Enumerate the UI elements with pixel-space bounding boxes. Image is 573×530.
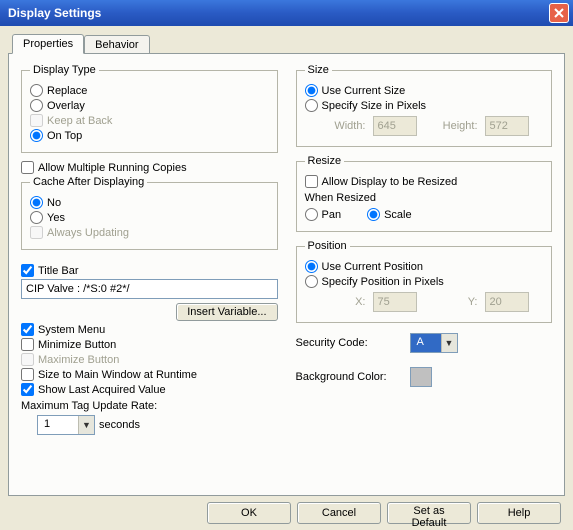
input-height xyxy=(485,116,529,136)
label-keep-at-back: Keep at Back xyxy=(47,115,112,127)
label-cache-no: No xyxy=(47,197,61,209)
radio-pan[interactable] xyxy=(305,208,318,221)
label-max-tag: Maximum Tag Update Rate: xyxy=(21,400,278,412)
check-title-bar[interactable] xyxy=(21,264,34,277)
dropdown-update-rate[interactable]: 1 ▼ xyxy=(37,415,95,435)
label-allow-resize: Allow Display to be Resized xyxy=(322,176,458,188)
label-bg-color: Background Color: xyxy=(296,371,406,383)
label-width: Width: xyxy=(321,120,366,132)
ok-button[interactable]: OK xyxy=(207,502,291,524)
check-always-updating xyxy=(30,226,43,239)
label-pan: Pan xyxy=(322,209,342,221)
label-scale: Scale xyxy=(384,209,412,221)
radio-specify-position[interactable] xyxy=(305,275,318,288)
label-allow-multiple: Allow Multiple Running Copies xyxy=(38,162,187,174)
position-legend: Position xyxy=(305,240,350,252)
window-title: Display Settings xyxy=(8,6,549,20)
input-y xyxy=(485,292,529,312)
chevron-down-icon[interactable]: ▼ xyxy=(441,334,457,352)
label-on-top: On Top xyxy=(47,130,82,142)
radio-use-current-size[interactable] xyxy=(305,84,318,97)
label-specify-position: Specify Position in Pixels xyxy=(322,276,444,288)
resize-legend: Resize xyxy=(305,155,345,167)
cache-group: Cache After Displaying No Yes Always Upd… xyxy=(21,176,278,250)
radio-overlay[interactable] xyxy=(30,99,43,112)
close-button[interactable] xyxy=(549,3,569,23)
radio-cache-no[interactable] xyxy=(30,196,43,209)
size-group: Size Use Current Size Specify Size in Pi… xyxy=(296,64,553,147)
position-group: Position Use Current Position Specify Po… xyxy=(296,240,553,323)
label-x: X: xyxy=(321,296,366,308)
cache-legend: Cache After Displaying xyxy=(30,176,147,188)
bg-color-swatch[interactable] xyxy=(410,367,432,387)
label-always-updating: Always Updating xyxy=(47,227,129,239)
right-column: Size Use Current Size Specify Size in Pi… xyxy=(296,64,553,437)
label-use-current-size: Use Current Size xyxy=(322,85,406,97)
label-overlay: Overlay xyxy=(47,100,85,112)
input-title-bar[interactable] xyxy=(21,279,278,299)
label-seconds: seconds xyxy=(99,419,140,431)
radio-cache-yes[interactable] xyxy=(30,211,43,224)
label-y: Y: xyxy=(433,296,478,308)
label-maximize: Maximize Button xyxy=(38,354,119,366)
label-use-current-position: Use Current Position xyxy=(322,261,424,273)
label-security-code: Security Code: xyxy=(296,337,406,349)
check-allow-multiple[interactable] xyxy=(21,161,34,174)
insert-variable-button[interactable]: Insert Variable... xyxy=(176,303,277,321)
display-type-legend: Display Type xyxy=(30,64,99,76)
check-maximize xyxy=(21,353,34,366)
radio-on-top[interactable] xyxy=(30,129,43,142)
radio-use-current-position[interactable] xyxy=(305,260,318,273)
tab-strip: Properties Behavior xyxy=(8,34,565,54)
security-code-value: A xyxy=(411,334,441,352)
label-when-resized: When Resized xyxy=(305,192,544,204)
check-allow-resize[interactable] xyxy=(305,175,318,188)
input-width xyxy=(373,116,417,136)
label-show-last: Show Last Acquired Value xyxy=(38,384,166,396)
input-x xyxy=(373,292,417,312)
label-height: Height: xyxy=(433,120,478,132)
check-show-last[interactable] xyxy=(21,383,34,396)
display-type-group: Display Type Replace Overlay Keep at Bac… xyxy=(21,64,278,153)
radio-replace[interactable] xyxy=(30,84,43,97)
radio-specify-size[interactable] xyxy=(305,99,318,112)
label-title-bar: Title Bar xyxy=(38,265,79,277)
tab-behavior[interactable]: Behavior xyxy=(84,35,149,55)
check-system-menu[interactable] xyxy=(21,323,34,336)
window-titlebar: Display Settings xyxy=(0,0,573,26)
set-default-button[interactable]: Set as Default xyxy=(387,502,471,524)
update-rate-value: 1 xyxy=(38,416,78,434)
label-replace: Replace xyxy=(47,85,87,97)
cancel-button[interactable]: Cancel xyxy=(297,502,381,524)
chevron-down-icon[interactable]: ▼ xyxy=(78,416,94,434)
label-specify-size: Specify Size in Pixels xyxy=(322,100,427,112)
resize-group: Resize Allow Display to be Resized When … xyxy=(296,155,553,232)
left-column: Display Type Replace Overlay Keep at Bac… xyxy=(21,64,278,437)
radio-scale[interactable] xyxy=(367,208,380,221)
label-cache-yes: Yes xyxy=(47,212,65,224)
help-button[interactable]: Help xyxy=(477,502,561,524)
check-keep-at-back xyxy=(30,114,43,127)
check-minimize[interactable] xyxy=(21,338,34,351)
tab-panel-properties: Display Type Replace Overlay Keep at Bac… xyxy=(8,53,565,496)
check-size-main[interactable] xyxy=(21,368,34,381)
label-minimize: Minimize Button xyxy=(38,339,116,351)
size-legend: Size xyxy=(305,64,332,76)
label-size-main: Size to Main Window at Runtime xyxy=(38,369,197,381)
tab-properties[interactable]: Properties xyxy=(12,34,84,54)
dropdown-security-code[interactable]: A ▼ xyxy=(410,333,458,353)
label-system-menu: System Menu xyxy=(38,324,105,336)
dialog-button-row: OK Cancel Set as Default Help xyxy=(8,496,565,524)
